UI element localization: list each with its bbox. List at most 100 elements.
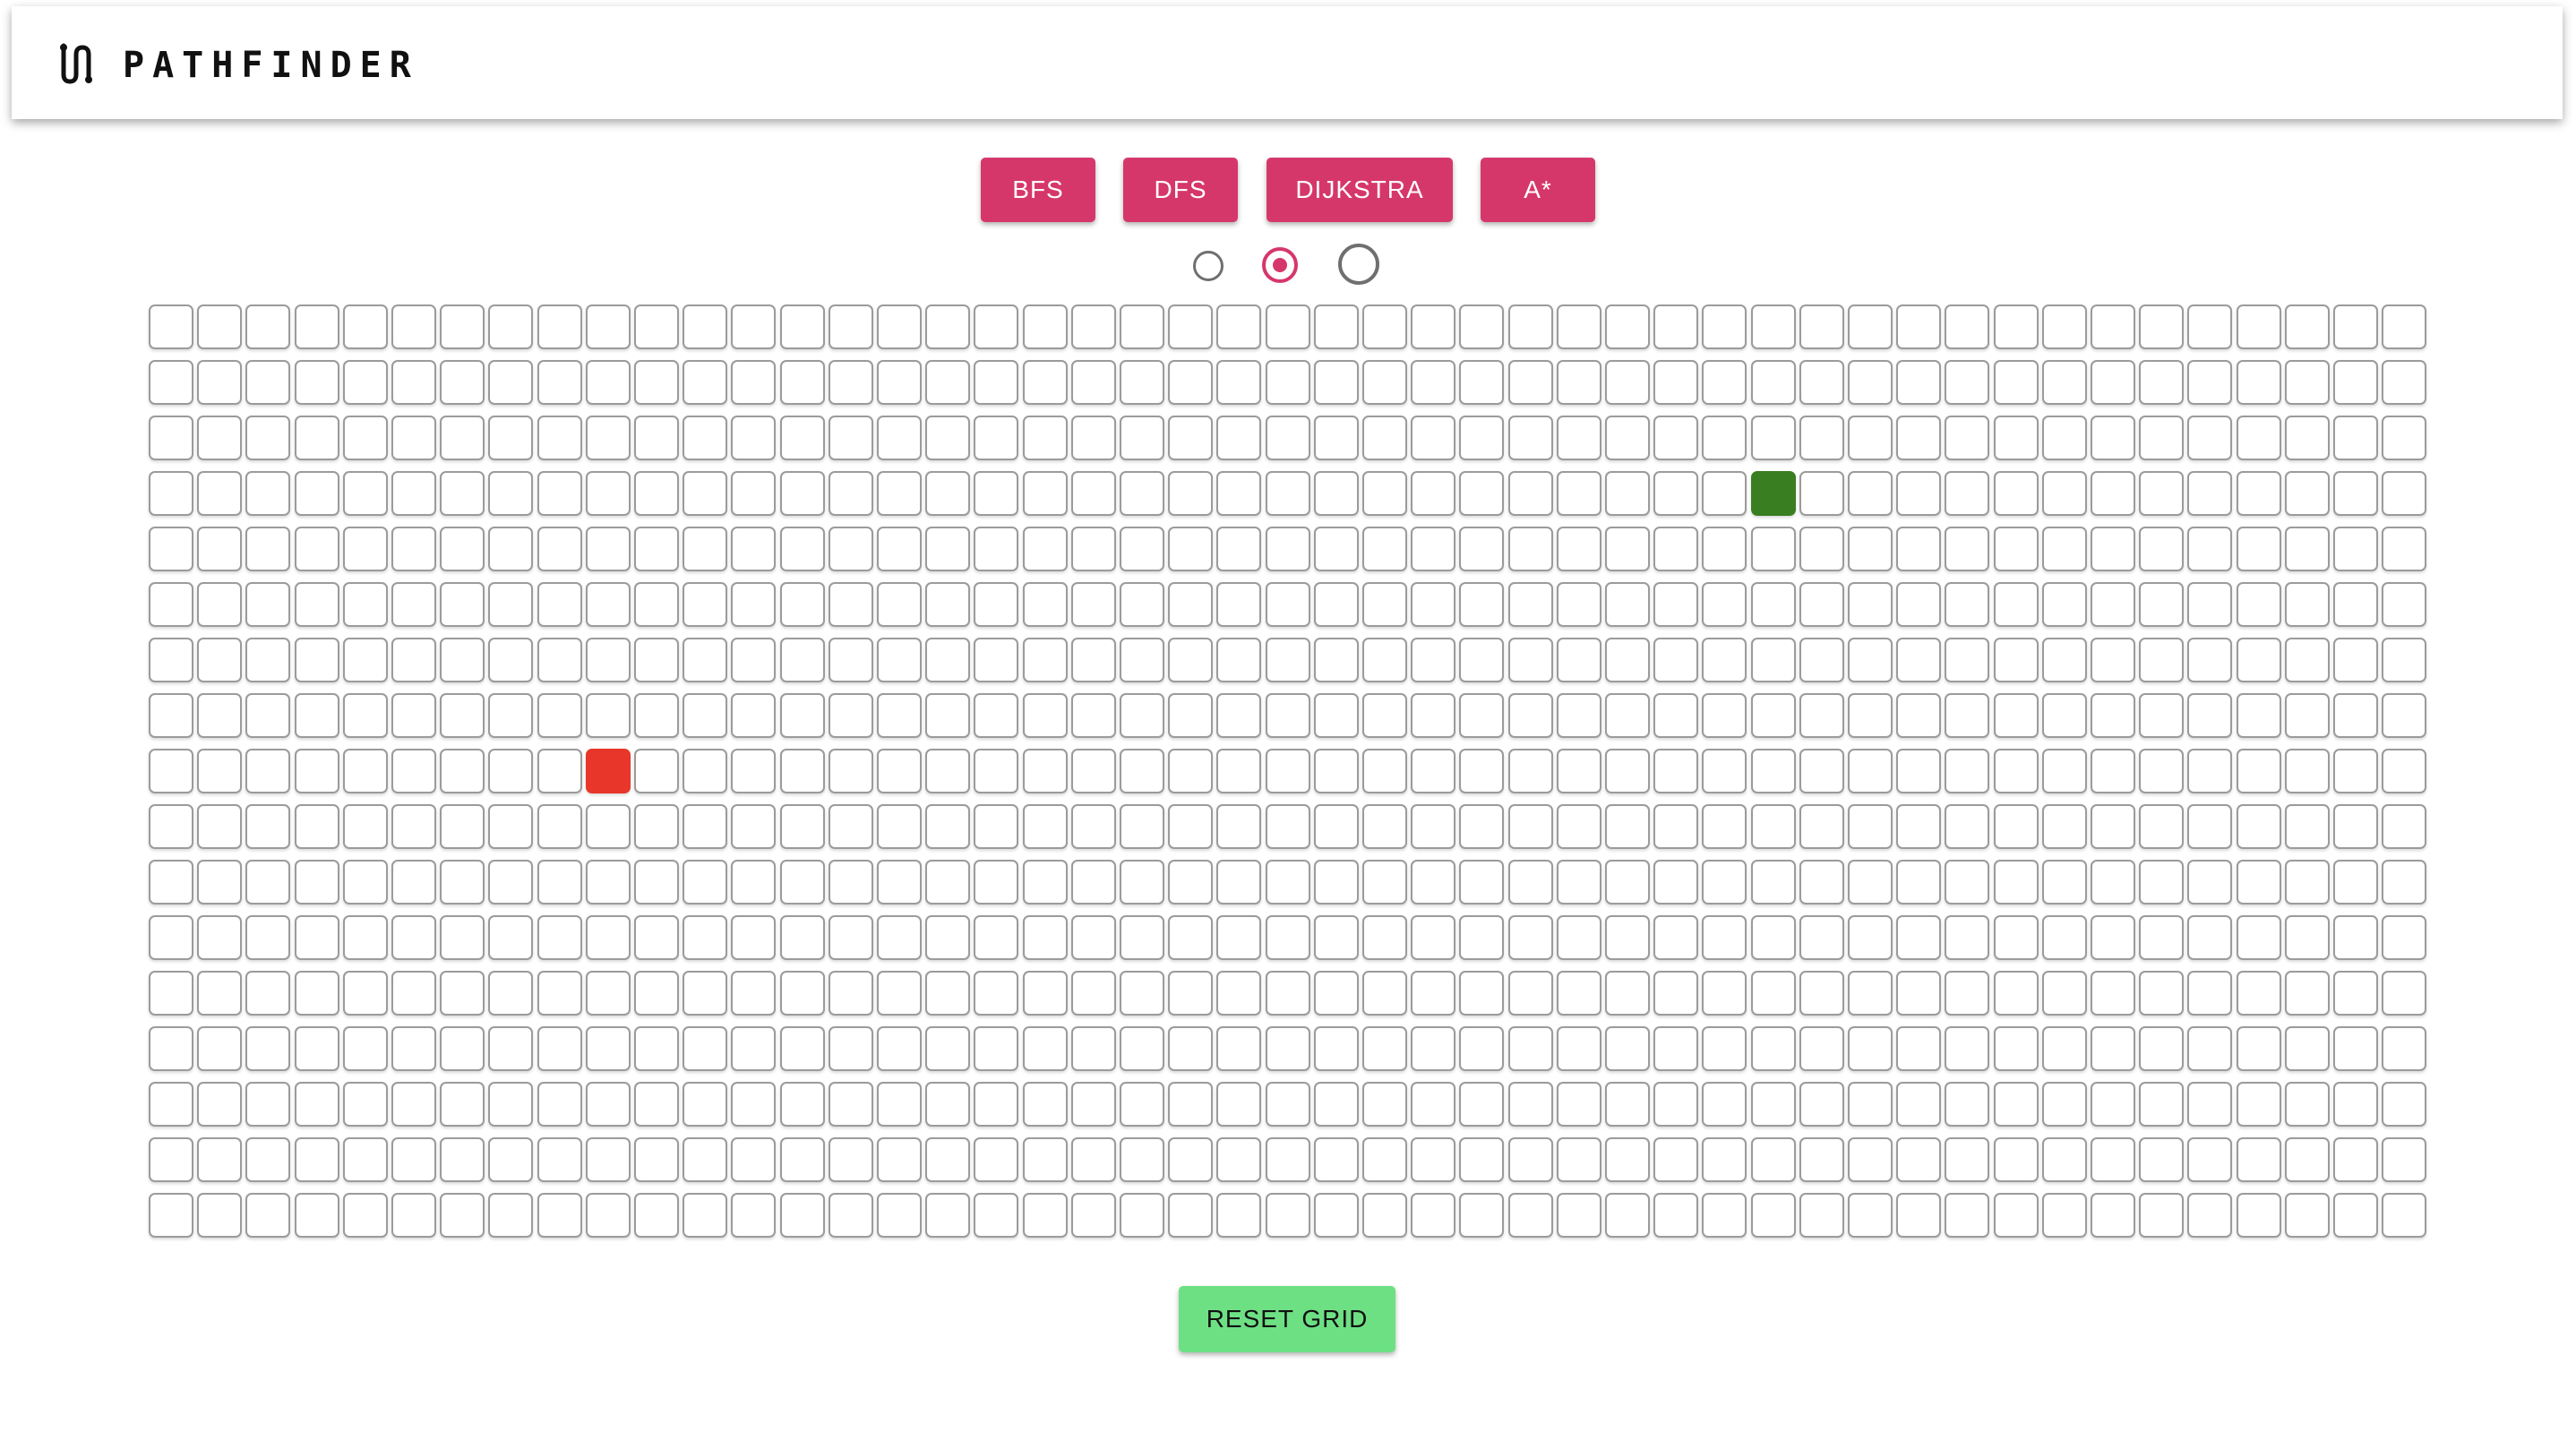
grid-cell[interactable] xyxy=(1216,416,1261,460)
grid-cell[interactable] xyxy=(1605,860,1650,905)
grid-cell[interactable] xyxy=(877,749,922,793)
grid-cell[interactable] xyxy=(1120,1137,1164,1182)
grid-cell[interactable] xyxy=(1557,749,1601,793)
grid-cell[interactable] xyxy=(731,360,776,405)
grid-cell[interactable] xyxy=(1945,804,1989,849)
grid-cell[interactable] xyxy=(683,1193,727,1238)
grid-cell[interactable] xyxy=(440,860,485,905)
grid-cell[interactable] xyxy=(1459,971,1504,1016)
grid-cell[interactable] xyxy=(2091,471,2135,516)
grid-cell[interactable] xyxy=(683,1082,727,1127)
grid-cell[interactable] xyxy=(1653,804,1698,849)
grid-cell[interactable] xyxy=(877,1082,922,1127)
grid-cell[interactable] xyxy=(877,638,922,682)
grid-cell[interactable] xyxy=(488,638,533,682)
grid-cell[interactable] xyxy=(197,915,242,960)
grid-cell[interactable] xyxy=(1945,693,1989,738)
grid-cell[interactable] xyxy=(1751,915,1796,960)
grid-cell[interactable] xyxy=(488,915,533,960)
grid-cell[interactable] xyxy=(1216,804,1261,849)
grid-cell[interactable] xyxy=(1071,915,1116,960)
grid-cell[interactable] xyxy=(1411,416,1455,460)
grid-cell[interactable] xyxy=(197,971,242,1016)
grid-cell[interactable] xyxy=(1314,638,1359,682)
grid-cell[interactable] xyxy=(2382,1193,2426,1238)
grid-cell[interactable] xyxy=(1848,1026,1893,1071)
grid-cell[interactable] xyxy=(1071,638,1116,682)
grid-cell[interactable] xyxy=(537,915,582,960)
grid-cell[interactable] xyxy=(2285,638,2330,682)
grid-cell[interactable] xyxy=(2285,749,2330,793)
grid-cell[interactable] xyxy=(440,1193,485,1238)
grid-cell[interactable] xyxy=(2091,693,2135,738)
grid-cell[interactable] xyxy=(1411,304,1455,349)
grid-cell[interactable] xyxy=(2285,915,2330,960)
grid-cell[interactable] xyxy=(2042,638,2087,682)
grid-cell[interactable] xyxy=(1314,1193,1359,1238)
grid-cell[interactable] xyxy=(974,304,1018,349)
grid-cell[interactable] xyxy=(1557,360,1601,405)
grid-cell[interactable] xyxy=(877,416,922,460)
grid-cell[interactable] xyxy=(1314,360,1359,405)
grid-cell[interactable] xyxy=(2091,582,2135,627)
grid-cell[interactable] xyxy=(1023,1137,1068,1182)
grid-cell[interactable] xyxy=(1848,1137,1893,1182)
grid-cell[interactable] xyxy=(1653,471,1698,516)
grid-cell[interactable] xyxy=(925,1026,970,1071)
grid-cell[interactable] xyxy=(683,860,727,905)
grid-cell[interactable] xyxy=(1945,749,1989,793)
grid-cell[interactable] xyxy=(1362,1137,1407,1182)
radio-option-2[interactable] xyxy=(1262,247,1298,283)
grid-cell[interactable] xyxy=(1459,416,1504,460)
grid-cell[interactable] xyxy=(343,582,388,627)
grid-cell[interactable] xyxy=(488,1137,533,1182)
grid-cell[interactable] xyxy=(2333,582,2378,627)
grid-cell[interactable] xyxy=(1605,693,1650,738)
grid-cell[interactable] xyxy=(1459,860,1504,905)
grid-cell[interactable] xyxy=(197,582,242,627)
grid-cell[interactable] xyxy=(2237,304,2281,349)
grid-cell[interactable] xyxy=(2285,1026,2330,1071)
grid-cell[interactable] xyxy=(2091,804,2135,849)
grid-cell[interactable] xyxy=(1848,527,1893,571)
grid-cell[interactable] xyxy=(1994,971,2039,1016)
grid-cell[interactable] xyxy=(2187,471,2232,516)
grid-cell[interactable] xyxy=(2285,582,2330,627)
grid-cell[interactable] xyxy=(1120,693,1164,738)
grid-cell[interactable] xyxy=(2382,693,2426,738)
grid-cell[interactable] xyxy=(1362,971,1407,1016)
grid-cell[interactable] xyxy=(1653,1082,1698,1127)
grid-cell[interactable] xyxy=(1848,471,1893,516)
grid-cell[interactable] xyxy=(1945,971,1989,1016)
grid-cell[interactable] xyxy=(1605,638,1650,682)
grid-cell[interactable] xyxy=(343,638,388,682)
grid-cell[interactable] xyxy=(2187,416,2232,460)
grid-cell[interactable] xyxy=(1896,1137,1941,1182)
grid-cell[interactable] xyxy=(2139,360,2184,405)
grid-cell[interactable] xyxy=(1896,304,1941,349)
grid-cell[interactable] xyxy=(1751,582,1796,627)
grid-cell[interactable] xyxy=(1848,971,1893,1016)
grid-cell[interactable] xyxy=(1314,804,1359,849)
grid-cell[interactable] xyxy=(1848,416,1893,460)
grid-cell[interactable] xyxy=(586,860,631,905)
grid-cell[interactable] xyxy=(1216,527,1261,571)
grid-cell[interactable] xyxy=(1605,416,1650,460)
grid-cell[interactable] xyxy=(634,527,679,571)
grid-cell[interactable] xyxy=(634,1137,679,1182)
grid-cell[interactable] xyxy=(1314,416,1359,460)
grid-cell[interactable] xyxy=(925,915,970,960)
grid-cell[interactable] xyxy=(245,360,290,405)
grid-cell[interactable] xyxy=(1071,1137,1116,1182)
grid-cell[interactable] xyxy=(245,471,290,516)
grid-cell[interactable] xyxy=(2382,638,2426,682)
grid-cell[interactable] xyxy=(1508,471,1553,516)
grid-cell[interactable] xyxy=(1994,471,2039,516)
grid-cell[interactable] xyxy=(1896,693,1941,738)
grid-cell[interactable] xyxy=(1362,1082,1407,1127)
grid-cell[interactable] xyxy=(1411,749,1455,793)
grid-cell[interactable] xyxy=(197,749,242,793)
grid-cell[interactable] xyxy=(586,1137,631,1182)
grid-cell[interactable] xyxy=(829,860,873,905)
grid-cell[interactable] xyxy=(1362,1026,1407,1071)
